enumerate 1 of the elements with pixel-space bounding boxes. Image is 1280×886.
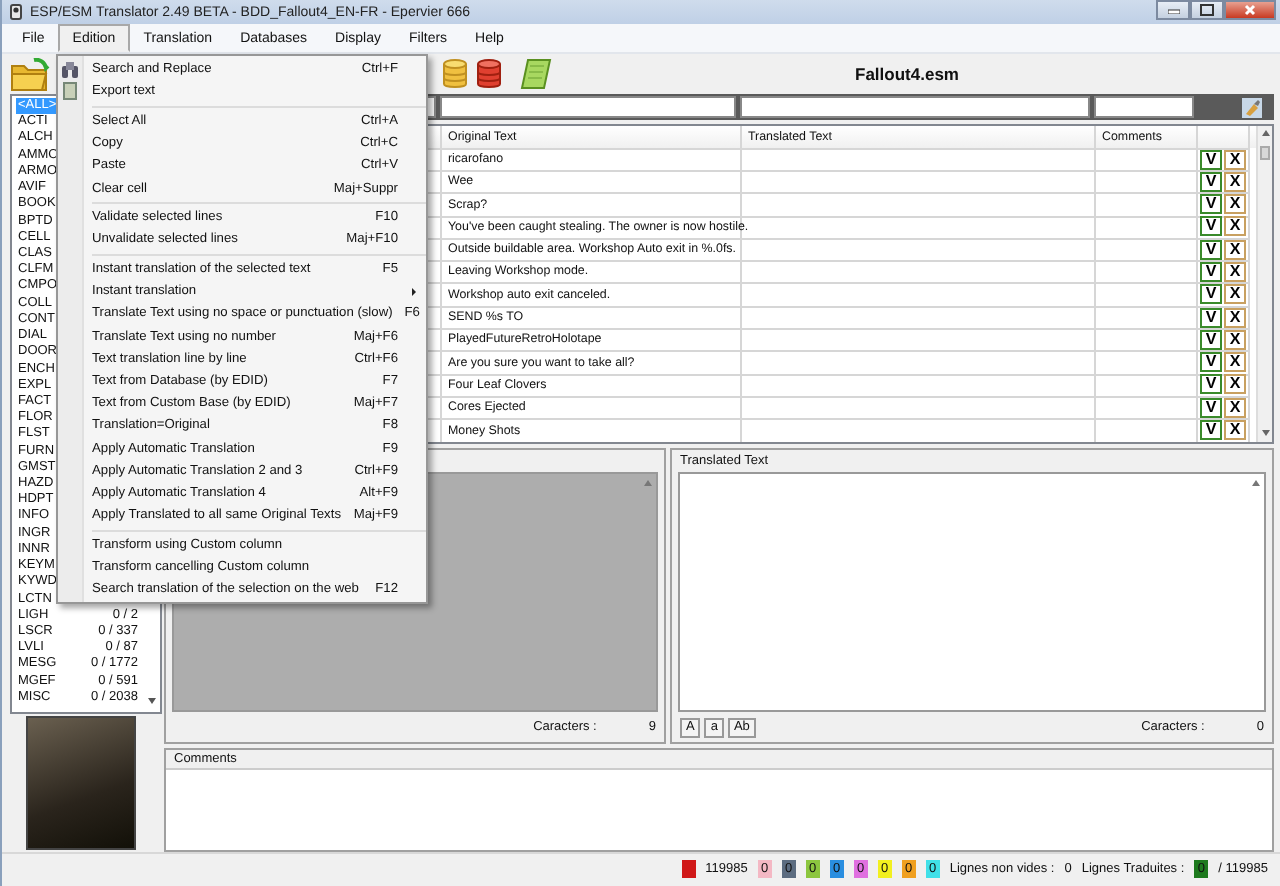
file-name: Fallout4.esm (853, 64, 961, 84)
